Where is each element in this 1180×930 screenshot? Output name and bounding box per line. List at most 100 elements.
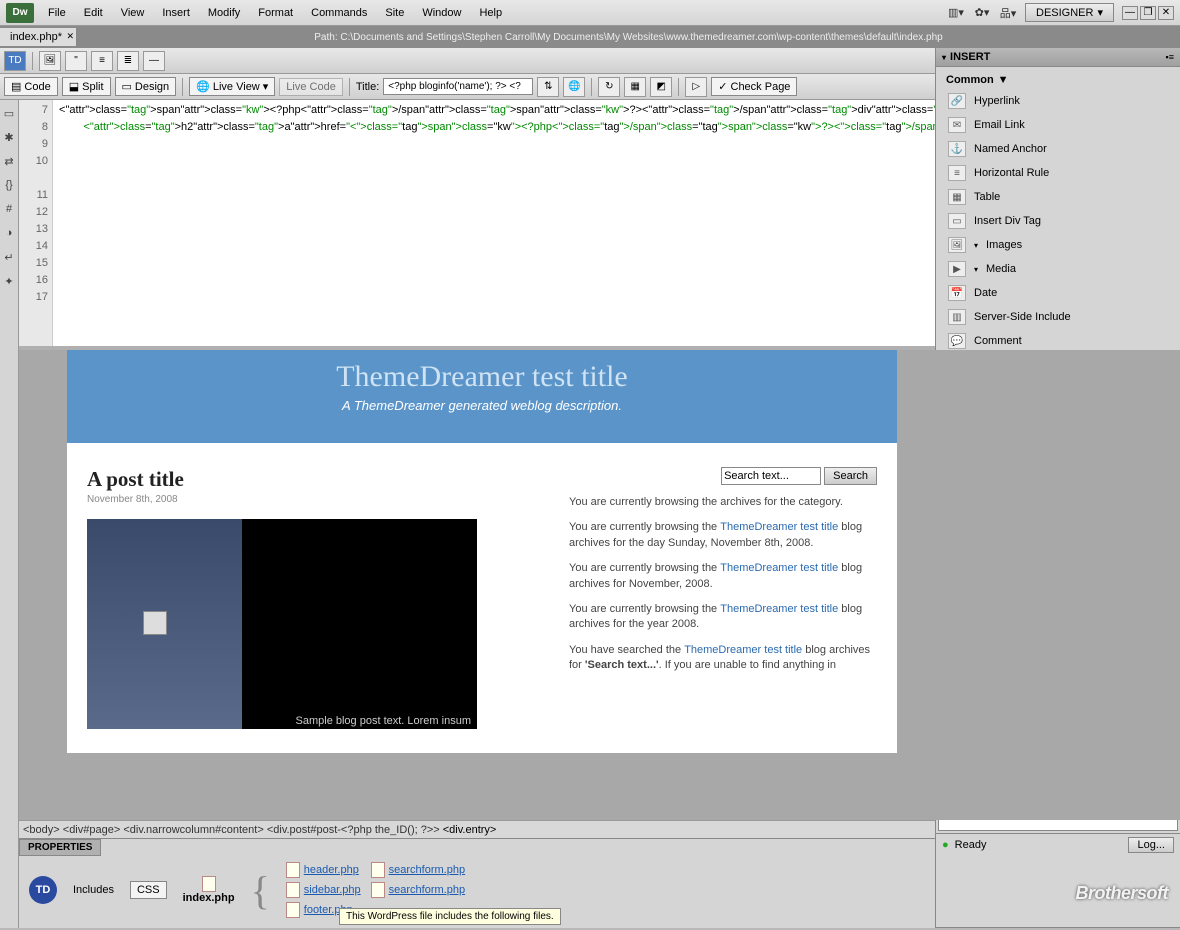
sidebar-archive-text: You are currently browsing the ThemeDrea… [569,520,877,551]
open-documents-icon[interactable]: ▭ [0,104,18,122]
submenu-arrow-icon: ▾ [974,241,978,250]
chevron-down-icon: ▼ [998,74,1009,86]
insert-category[interactable]: Common ▼ [940,71,1176,89]
menu-insert[interactable]: Insert [154,3,198,23]
live-view-button[interactable]: 🌐 Live View ▾ [189,77,275,96]
menu-file[interactable]: File [40,3,74,23]
close-tab-icon[interactable]: ✕ [66,31,74,42]
file-icon [286,882,300,898]
images-icon: 🖼 [948,237,966,253]
collapse-icon[interactable]: ✱ [0,128,18,146]
insert-date[interactable]: 📅Date [940,281,1176,305]
css-button[interactable]: CSS [130,881,167,899]
line-numbers-icon[interactable]: # [0,200,18,218]
archive-link[interactable]: ThemeDreamer test title [684,644,802,656]
brace-icon: { [251,867,270,914]
preview-browser-icon[interactable]: 🌐 [563,77,585,97]
site-header: ThemeDreamer test title A ThemeDreamer g… [67,350,897,443]
include-file-link[interactable]: sidebar.php [286,882,361,898]
menu-edit[interactable]: Edit [76,3,111,23]
refresh-icon[interactable]: ↻ [598,77,620,97]
file-icon [202,876,216,892]
insert-hyperlink[interactable]: 🔗Hyperlink [940,89,1176,113]
insert-table[interactable]: ▦Table [940,185,1176,209]
design-view-button[interactable]: ▭ Design [115,77,177,96]
include-file-link[interactable]: searchform.php [371,882,465,898]
themedreamer-icon[interactable]: TD [4,51,26,71]
menu-site[interactable]: Site [377,3,412,23]
highlight-icon[interactable]: ◑ [0,224,18,242]
layout-dropdown-icon[interactable]: ▥▾ [947,4,965,22]
code-view-button[interactable]: ▤ Code [4,77,58,96]
tag-selector[interactable]: <div.post#post-<?php the_ID(); ?>> [267,824,440,836]
document-title-input[interactable] [383,78,533,95]
restore-button[interactable]: ❐ [1140,6,1156,20]
tag-selector[interactable]: <div#page> [63,824,121,836]
status-text: Ready [955,839,987,851]
validate-icon[interactable]: ▷ [685,77,707,97]
view-toolbar: ▤ Code ⬓ Split ▭ Design 🌐 Live View ▾ Li… [0,74,935,100]
archive-link[interactable]: ThemeDreamer test title [720,562,838,574]
sidebar-column: Search You are currently browsing the ar… [569,467,877,729]
search-input[interactable] [721,467,821,485]
list-ul-icon[interactable]: ≡ [91,51,113,71]
themedreamer-badge-icon: TD [29,876,57,904]
design-view[interactable]: ThemeDreamer test title A ThemeDreamer g… [19,350,1180,820]
search-button[interactable]: Search [824,467,877,485]
minimize-button[interactable]: — [1122,6,1138,20]
site-dropdown-icon[interactable]: 品▾ [999,4,1017,22]
panel-menu-icon[interactable]: ▪≡ [1166,52,1174,62]
site-tagline: A ThemeDreamer generated weblog descript… [67,398,897,413]
chevron-down-icon: ▾ [1097,6,1103,19]
visual-aids-icon[interactable]: ◩ [650,77,672,97]
word-wrap-icon[interactable]: ↵ [0,248,18,266]
view-options-icon[interactable]: ▦ [624,77,646,97]
image-caption: Sample blog post text. Lorem insum [296,715,471,727]
menu-commands[interactable]: Commands [303,3,375,23]
insert-insert-div-tag[interactable]: ▭Insert Div Tag [940,209,1176,233]
insert-named-anchor[interactable]: ⚓Named Anchor [940,137,1176,161]
insert-horizontal-rule[interactable]: ≡Horizontal Rule [940,161,1176,185]
table-icon: ▦ [948,189,966,205]
main-menu: FileEditViewInsertModifyFormatCommandsSi… [40,3,510,23]
insert-media[interactable]: ▶▾ Media [940,257,1176,281]
post-title: A post title [87,467,549,492]
syntax-coloring-icon[interactable]: ✦ [0,272,18,290]
list-ol-icon[interactable]: ≣ [117,51,139,71]
insert-email-link[interactable]: ✉Email Link [940,113,1176,137]
workspace-switcher[interactable]: DESIGNER▾ [1025,3,1114,22]
properties-tab[interactable]: PROPERTIES [19,839,101,856]
check-page-button[interactable]: ✓ Check Page [711,77,797,96]
include-file-link[interactable]: searchform.php [371,862,465,878]
menu-modify[interactable]: Modify [200,3,248,23]
file-management-icon[interactable]: ⇅ [537,77,559,97]
horizontal-rule-icon: ≡ [948,165,966,181]
split-view-button[interactable]: ⬓ Split [62,77,111,96]
tag-selector[interactable]: <div.narrowcolumn#content> [123,824,263,836]
menu-format[interactable]: Format [250,3,301,23]
menu-help[interactable]: Help [471,3,510,23]
extend-dropdown-icon[interactable]: ✿▾ [973,4,991,22]
file-icon [371,882,385,898]
quote-icon[interactable]: " [65,51,87,71]
menu-view[interactable]: View [113,3,153,23]
insert-server-side-include[interactable]: ▥Server-Side Include [940,305,1176,329]
document-tab[interactable]: index.php*✕ [0,28,77,46]
close-button[interactable]: ✕ [1158,6,1174,20]
expand-icon[interactable]: ⇄ [0,152,18,170]
document-path: Path: C:\Documents and Settings\Stephen … [77,32,1180,43]
balance-braces-icon[interactable]: {} [0,176,18,194]
insert-hr-icon[interactable]: — [143,51,165,71]
sidebar-archive-text: You are currently browsing the archives … [569,495,877,510]
include-file-link[interactable]: header.php [286,862,361,878]
archive-link[interactable]: ThemeDreamer test title [720,521,838,533]
email-link-icon: ✉ [948,117,966,133]
insert-image-icon[interactable]: 🖼 [39,51,61,71]
live-code-button: Live Code [279,78,343,96]
tag-selector[interactable]: <body> [23,824,60,836]
log-button[interactable]: Log... [1128,837,1174,853]
insert-images[interactable]: 🖼▾ Images [940,233,1176,257]
menu-window[interactable]: Window [414,3,469,23]
archive-link[interactable]: ThemeDreamer test title [720,603,838,615]
tag-selector[interactable]: <div.entry> [443,824,497,836]
